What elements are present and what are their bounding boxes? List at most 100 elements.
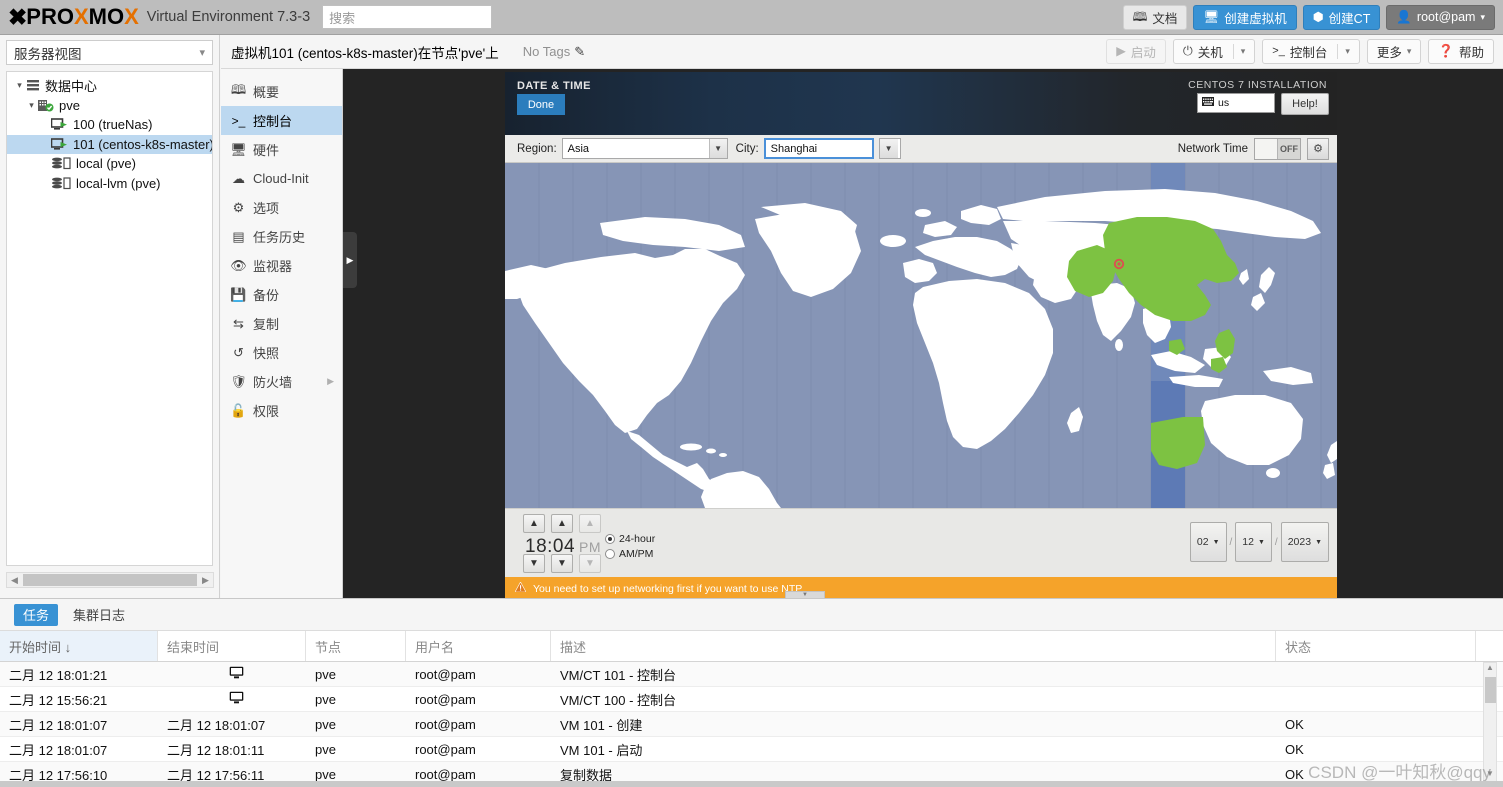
year-select[interactable]: 2023 ▼ — [1280, 522, 1329, 562]
nav-item-options[interactable]: ⚙ 选项 — [221, 193, 342, 222]
nav-item-summary[interactable]: 🕮 概要 — [221, 77, 342, 106]
console-bottom-handle[interactable]: ▼ — [785, 591, 825, 598]
documentation-button[interactable]: 🕮 文档 — [1122, 4, 1188, 30]
world-map-svg — [505, 163, 1337, 508]
radio-ampm[interactable]: AM/PM — [605, 546, 655, 561]
keyboard-layout-indicator[interactable]: us — [1197, 93, 1275, 113]
search-input[interactable]: 搜索 — [322, 5, 493, 29]
tree-item-vm-100[interactable]: 100 (trueNas) — [7, 115, 212, 135]
scroll-left-icon[interactable]: ◀ — [7, 575, 22, 586]
twisty-icon[interactable]: ▾ — [25, 100, 38, 111]
column-header-status[interactable]: 状态 — [1276, 631, 1476, 661]
nav-item-firewall[interactable]: 🛡 防火墙 ▶ — [221, 367, 342, 396]
tree-item-datacenter[interactable]: ▾ 数据中心 — [7, 76, 212, 96]
tree-item-storage-local-lvm[interactable]: local-lvm (pve) — [7, 174, 212, 194]
page-title: 虚拟机101 (centos-k8s-master)在节点'pve'上 — [231, 45, 499, 61]
question-icon: ❓ — [1438, 44, 1454, 59]
cell-node: pve — [315, 741, 336, 757]
help-button[interactable]: ❓ 帮助 — [1428, 39, 1494, 64]
panel-collapse-handle[interactable]: ▶ — [343, 232, 357, 288]
network-time-settings-icon[interactable]: ⚙ — [1307, 137, 1329, 160]
tree-item-vm-101[interactable]: 101 (centos-k8s-master) — [7, 134, 212, 154]
resource-tree[interactable]: ▾ 数据中心 ▾ pve 100 (trueNas) 101 (centos-k… — [6, 71, 213, 566]
keyboard-icon — [1202, 97, 1214, 109]
user-menu-button[interactable]: 👤 root@pam ▾ — [1386, 4, 1495, 30]
vnc-console[interactable]: DATE & TIME Done CENTOS 7 INSTALLATION u… — [343, 69, 1503, 598]
city-dropdown-button[interactable]: ▼ — [878, 138, 901, 159]
twisty-icon[interactable]: ▾ — [13, 80, 26, 91]
column-header-node[interactable]: 节点 — [306, 631, 406, 661]
server-view-select[interactable]: 服务器视图 ▾ — [6, 40, 213, 65]
chevron-down-icon[interactable]: ▼ — [879, 139, 898, 158]
more-button[interactable]: 更多 ▾ — [1366, 39, 1422, 64]
chevron-down-icon[interactable]: ▾ — [1345, 46, 1350, 57]
chevron-down-icon: ▼ — [1212, 538, 1220, 546]
city-input[interactable]: Shanghai — [763, 138, 874, 159]
table-row[interactable]: 二月 12 18:01:07 二月 12 18:01:07 pve root@p… — [0, 712, 1503, 737]
content-header: 虚拟机101 (centos-k8s-master)在节点'pve'上 No T… — [221, 35, 1503, 69]
radio-24hour[interactable]: 24-hour — [605, 531, 655, 546]
tab-cluster-log[interactable]: 集群日志 — [64, 604, 134, 626]
chevron-down-icon[interactable]: ▾ — [1241, 46, 1246, 57]
nav-item-replication[interactable]: ⇆ 复制 — [221, 309, 342, 338]
nav-item-permissions[interactable]: 🔓 权限 — [221, 396, 342, 425]
meridiem-up-button[interactable]: ▲ — [579, 514, 601, 533]
nav-item-cloudinit[interactable]: ☁ Cloud-Init — [221, 164, 342, 193]
table-row[interactable]: 二月 12 18:01:07 二月 12 18:01:11 pve root@p… — [0, 737, 1503, 762]
tree-item-storage-local[interactable]: local (pve) — [7, 154, 212, 174]
time-controls: ▲ ▲ ▲ 18:04 PM ▼ ▼ ▼ 24-hour AM/PM 02 ▼ … — [505, 508, 1337, 577]
create-ct-button[interactable]: ⬢ 创建CT — [1302, 4, 1381, 30]
scroll-thumb[interactable] — [1484, 677, 1496, 703]
column-header-user[interactable]: 用户名 — [406, 631, 551, 661]
meridiem-down-button[interactable]: ▼ — [579, 554, 601, 573]
hour-down-button[interactable]: ▼ — [523, 554, 545, 573]
timezone-map[interactable] — [505, 163, 1337, 508]
nav-item-monitor[interactable]: 👁 监视器 — [221, 251, 342, 280]
scroll-down-icon[interactable]: ▼ — [1486, 769, 1494, 781]
table-vertical-scrollbar[interactable]: ▲ ▼ — [1483, 662, 1497, 782]
table-row[interactable]: 二月 12 18:01:21 pve root@pam VM/CT 101 - … — [0, 662, 1503, 687]
minute-up-button[interactable]: ▲ — [551, 514, 573, 533]
nav-item-snapshots[interactable]: ↺ 快照 — [221, 338, 342, 367]
tab-tasks[interactable]: 任务 — [14, 603, 59, 626]
tags-area[interactable]: No Tags ✎ — [523, 44, 585, 60]
region-select[interactable]: Asia ▼ — [561, 138, 728, 159]
scroll-thumb[interactable] — [23, 574, 197, 586]
nav-item-task-history[interactable]: ▤ 任务历史 — [221, 222, 342, 251]
chevron-down-icon: ▼ — [1315, 538, 1322, 546]
create-vm-button[interactable]: 🖥 创建虚拟机 — [1193, 4, 1297, 30]
month-select[interactable]: 02 ▼ — [1189, 522, 1227, 562]
table-row[interactable]: 二月 12 15:56:21 pve root@pam VM/CT 100 - … — [0, 687, 1503, 712]
day-value: 12 — [1242, 536, 1254, 548]
column-header-end-time[interactable]: 结束时间 — [158, 631, 306, 661]
table-header: 开始时间 ↓ 结束时间 节点 用户名 描述 状态 — [0, 631, 1503, 662]
console-button[interactable]: >_ 控制台 ▾ — [1262, 39, 1360, 64]
network-time-toggle[interactable]: OFF — [1254, 137, 1301, 160]
node-icon — [38, 99, 54, 112]
bottom-panel: 任务 集群日志 开始时间 ↓ 结束时间 节点 用户名 描述 状态 二月 12 1… — [0, 598, 1503, 787]
scroll-up-icon[interactable]: ▲ — [1486, 663, 1494, 675]
cube-icon: ⬢ — [1312, 9, 1324, 24]
hour-up-button[interactable]: ▲ — [523, 514, 545, 533]
storage-icon — [51, 157, 71, 170]
nav-item-hardware[interactable]: 🖥 硬件 — [221, 135, 342, 164]
day-select[interactable]: 12 ▼ — [1235, 522, 1272, 562]
chevron-down-icon[interactable]: ▼ — [708, 139, 727, 158]
tree-horizontal-scrollbar[interactable]: ◀ ▶ — [6, 572, 214, 588]
column-header-description[interactable]: 描述 — [551, 631, 1276, 661]
done-button[interactable]: Done — [517, 94, 565, 115]
scroll-right-icon[interactable]: ▶ — [198, 575, 213, 586]
cell-user: root@pam — [415, 766, 476, 782]
chevron-down-icon: ▼ — [1257, 538, 1265, 546]
start-button[interactable]: ▶ 启动 — [1106, 39, 1166, 64]
shutdown-button[interactable]: ⏻ 关机 ▾ — [1172, 39, 1256, 64]
minute-down-button[interactable]: ▼ — [551, 554, 573, 573]
column-header-start-time[interactable]: 开始时间 ↓ — [0, 631, 158, 661]
installer-help-button[interactable]: Help! — [1281, 93, 1329, 115]
nav-item-console[interactable]: >_ 控制台 — [221, 106, 342, 135]
nav-item-backup[interactable]: 💾 备份 — [221, 280, 342, 309]
tree-item-node-pve[interactable]: ▾ pve — [7, 96, 212, 116]
cell-status: OK — [1285, 741, 1304, 757]
edit-pencil-icon[interactable]: ✎ — [574, 44, 585, 60]
centos-installer-screen: DATE & TIME Done CENTOS 7 INSTALLATION u… — [505, 72, 1337, 598]
